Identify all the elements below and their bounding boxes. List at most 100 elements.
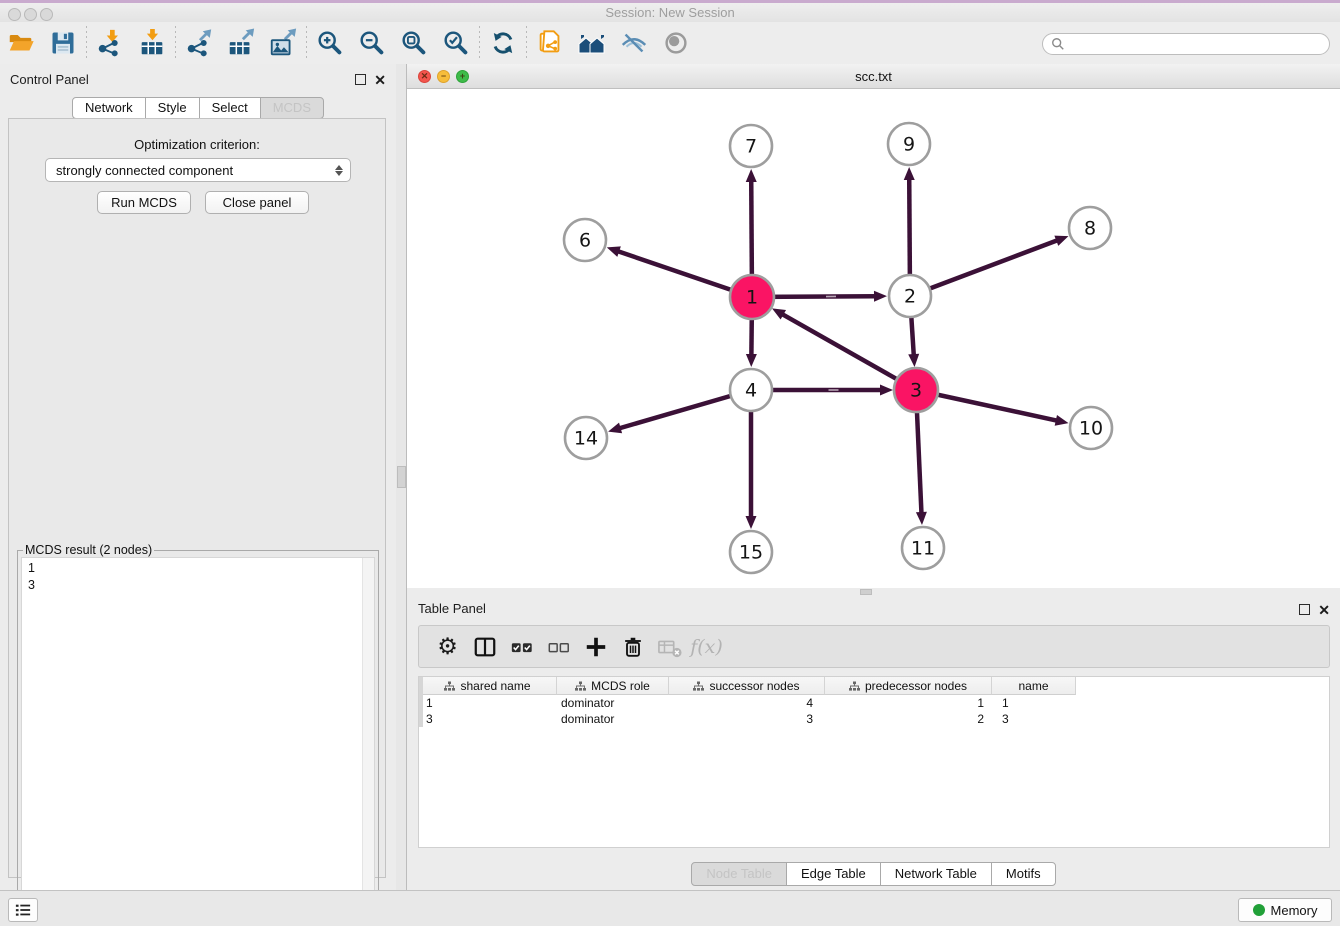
app-title: Session: New Session — [0, 5, 1340, 20]
refresh-view-icon[interactable] — [482, 25, 524, 61]
table-toolbar: ⚙ — [418, 625, 1330, 668]
tab-network[interactable]: Network — [72, 97, 146, 119]
hierarchy-icon — [693, 681, 704, 691]
export-network-icon[interactable] — [178, 25, 220, 61]
table-panel-title: Table Panel — [418, 601, 486, 616]
close-panel-button[interactable]: Close panel — [205, 191, 309, 214]
save-session-icon[interactable] — [42, 25, 84, 61]
toolbar-separator — [306, 26, 307, 60]
table-cell: 2 — [825, 711, 992, 727]
table-cell: 4 — [669, 695, 825, 711]
table-settings-icon[interactable]: ⚙ — [429, 629, 466, 665]
graph-node-1[interactable]: 1 — [730, 275, 774, 319]
network-graph-canvas[interactable]: 7 9 6 8 1 2 4 3 14 10 15 11 — [407, 89, 1340, 588]
new-network-from-file-icon[interactable] — [529, 25, 571, 61]
graph-node-10[interactable]: 10 — [1070, 407, 1112, 449]
graph-node-15[interactable]: 15 — [730, 531, 772, 573]
tab-select[interactable]: Select — [199, 97, 261, 119]
float-panel-icon[interactable] — [1299, 604, 1310, 615]
graph-node-3[interactable]: 3 — [894, 368, 938, 412]
edge-arrowhead — [746, 516, 757, 529]
import-table-icon[interactable] — [131, 25, 173, 61]
task-history-button[interactable] — [8, 898, 38, 922]
criterion-select[interactable]: strongly connected component — [45, 158, 351, 182]
first-neighbors-icon[interactable] — [571, 25, 613, 61]
horizontal-splitter[interactable] — [407, 588, 1340, 596]
search-input[interactable] — [1069, 36, 1329, 53]
node-label: 11 — [911, 538, 935, 560]
splitter-handle[interactable] — [860, 589, 872, 595]
edge-arrowhead — [607, 246, 621, 256]
columns-icon[interactable] — [466, 629, 503, 665]
run-mcds-button[interactable]: Run MCDS — [97, 191, 191, 214]
mcds-result-group: MCDS result (2 nodes) 1 3 — [17, 543, 379, 923]
memory-button[interactable]: Memory — [1238, 898, 1332, 922]
tab-edge-table[interactable]: Edge Table — [786, 862, 881, 886]
table-row[interactable]: 3dominator323 — [419, 711, 1329, 727]
zoom-out-icon[interactable] — [351, 25, 393, 61]
column-header-successor-nodes[interactable]: successor nodes — [669, 677, 825, 695]
hide-selected-icon[interactable] — [613, 25, 655, 61]
column-header-shared-name[interactable]: shared name — [419, 677, 557, 695]
tab-style[interactable]: Style — [145, 97, 200, 119]
tab-motifs[interactable]: Motifs — [991, 862, 1056, 886]
graph-node-7[interactable]: 7 — [730, 125, 772, 167]
graph-node-9[interactable]: 9 — [888, 123, 930, 165]
delete-row-icon[interactable] — [614, 629, 651, 665]
column-header-MCDS-role[interactable]: MCDS role — [557, 677, 669, 695]
import-network-icon[interactable] — [89, 25, 131, 61]
table-cell: 3 — [669, 711, 825, 727]
table-cell: 1 — [992, 695, 1076, 711]
zoom-in-icon[interactable] — [309, 25, 351, 61]
node-table[interactable]: shared name MCDS role successor nodes prede… — [418, 676, 1330, 848]
column-header-label: successor nodes — [709, 679, 799, 693]
edge-arrowhead — [874, 291, 887, 302]
column-header-label: MCDS role — [591, 679, 650, 693]
network-title: scc.txt — [407, 69, 1340, 84]
vertical-splitter[interactable] — [396, 64, 407, 890]
table-cell: 1 — [825, 695, 992, 711]
table-row[interactable]: 1dominator411 — [419, 695, 1329, 711]
table-cell: 3 — [992, 711, 1076, 727]
delete-table-icon — [651, 629, 688, 665]
select-all-icon[interactable] — [503, 629, 540, 665]
graph-node-11[interactable]: 11 — [902, 527, 944, 569]
deselect-all-icon[interactable] — [540, 629, 577, 665]
add-row-icon[interactable] — [577, 629, 614, 665]
graph-node-2[interactable]: 2 — [889, 275, 931, 317]
graph-edge-2-8[interactable] — [910, 240, 1058, 296]
zoom-fit-icon[interactable] — [393, 25, 435, 61]
search-box[interactable] — [1042, 33, 1330, 55]
mcds-result-area[interactable]: 1 3 — [21, 557, 375, 915]
tab-mcds[interactable]: MCDS — [260, 97, 324, 119]
zoom-selected-icon[interactable] — [435, 25, 477, 61]
graph-node-14[interactable]: 14 — [565, 417, 607, 459]
column-header-predecessor-nodes[interactable]: predecessor nodes — [825, 677, 992, 695]
select-stepper-icon — [335, 165, 343, 176]
graph-node-8[interactable]: 8 — [1069, 207, 1111, 249]
show-all-icon[interactable] — [655, 25, 697, 61]
node-label: 4 — [745, 380, 757, 402]
criterion-value: strongly connected component — [46, 163, 335, 178]
column-header-label: name — [1018, 679, 1048, 693]
close-panel-icon[interactable]: ✕ — [1318, 604, 1330, 616]
mcds-result-title: MCDS result (2 nodes) — [23, 543, 154, 557]
column-header-label: shared name — [460, 679, 530, 693]
tab-node-table[interactable]: Node Table — [691, 862, 787, 886]
main-toolbar — [0, 22, 1340, 65]
graph-node-4[interactable]: 4 — [730, 369, 772, 411]
open-session-icon[interactable] — [0, 25, 42, 61]
toolbar-separator — [526, 26, 527, 60]
window-titlebar: Session: New Session — [0, 0, 1340, 23]
tab-network-table[interactable]: Network Table — [880, 862, 992, 886]
result-scrollbar[interactable] — [362, 558, 374, 914]
float-panel-icon[interactable] — [355, 74, 366, 85]
export-image-icon[interactable] — [262, 25, 304, 61]
toolbar-separator — [479, 26, 480, 60]
splitter-handle[interactable] — [397, 466, 406, 488]
export-table-icon[interactable] — [220, 25, 262, 61]
close-panel-icon[interactable]: ✕ — [374, 74, 386, 86]
column-header-name[interactable]: name — [992, 677, 1076, 695]
task-list-icon — [14, 902, 32, 918]
graph-node-6[interactable]: 6 — [564, 219, 606, 261]
